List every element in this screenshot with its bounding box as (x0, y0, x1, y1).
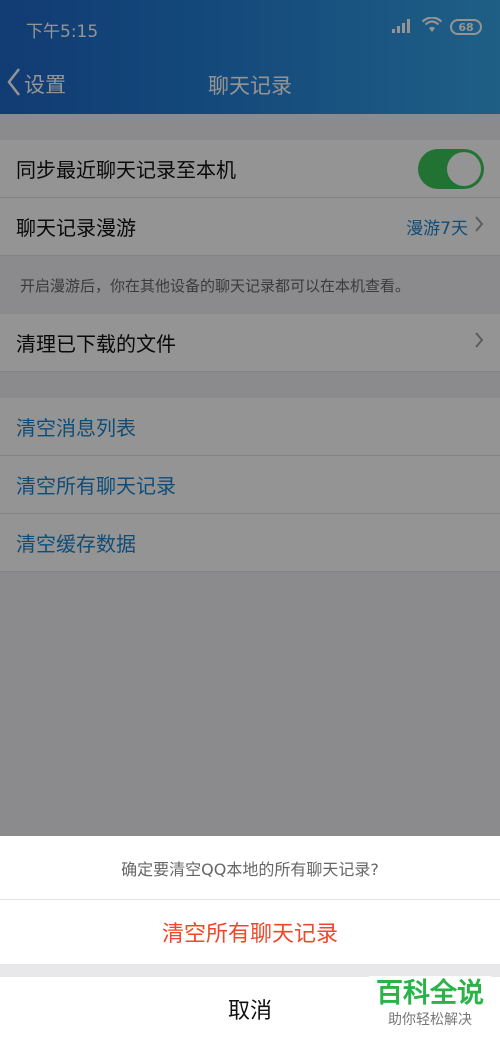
action-sheet-prompt: 确定要清空QQ本地的所有聊天记录? (0, 836, 500, 900)
watermark-title: 百科全说 (376, 978, 484, 1009)
confirm-clear-button[interactable]: 清空所有聊天记录 (0, 900, 500, 964)
watermark-subtitle: 助你轻松解决 (388, 1012, 472, 1028)
watermark-logo: 百科全说 助你轻松解决 (369, 976, 491, 1034)
